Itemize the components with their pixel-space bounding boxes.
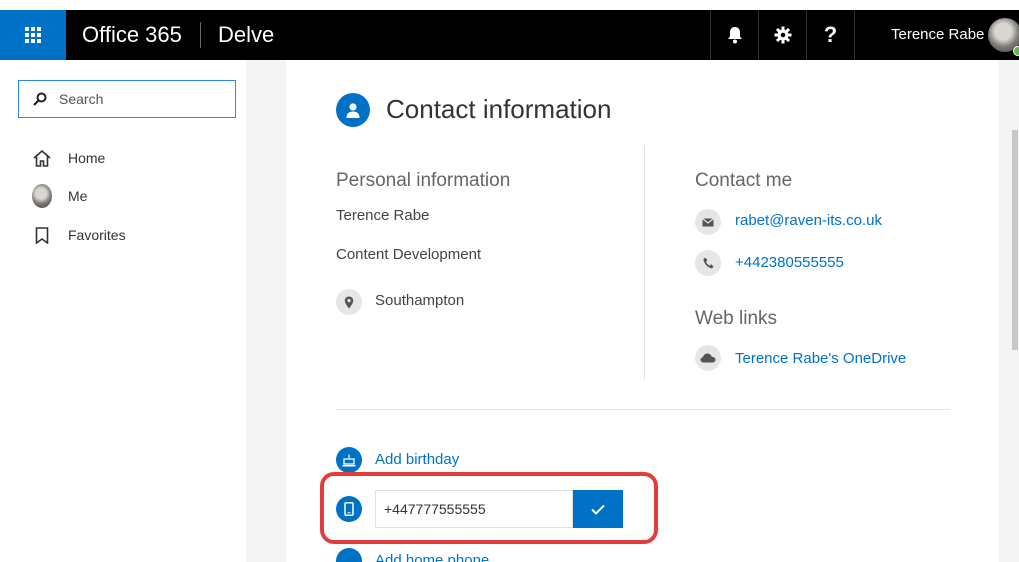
- person-name: Terence Rabe: [336, 207, 430, 224]
- app-name[interactable]: Delve: [218, 10, 274, 60]
- home-phone-icon[interactable]: [336, 548, 362, 562]
- avatar: [32, 184, 52, 208]
- onedrive-link[interactable]: Terence Rabe's OneDrive: [735, 350, 906, 367]
- top-bar: Office 365 Delve ? Terence Rabe: [0, 10, 1019, 60]
- home-icon: [33, 149, 51, 167]
- nav-label-favorites: Favorites: [68, 227, 126, 243]
- brand-title[interactable]: Office 365: [82, 10, 182, 60]
- phone-icon: [695, 250, 721, 276]
- content-gutter-left: [246, 60, 286, 562]
- birthday-cake-icon[interactable]: [336, 447, 362, 473]
- add-birthday-link[interactable]: Add birthday: [375, 451, 459, 468]
- cloud-icon: [695, 345, 721, 371]
- personal-info-heading: Personal information: [336, 170, 511, 191]
- bell-icon: [727, 27, 742, 44]
- settings-button[interactable]: [758, 10, 806, 60]
- location-pin-icon: [336, 289, 362, 315]
- search-box[interactable]: Search: [18, 80, 236, 118]
- contact-person-icon: [336, 93, 370, 127]
- email-link[interactable]: rabet@raven-its.co.uk: [735, 212, 882, 229]
- mail-icon: [695, 209, 721, 235]
- phone-link[interactable]: +442380555555: [735, 254, 844, 271]
- search-icon: [33, 92, 47, 106]
- section-divider: [336, 409, 950, 410]
- user-name: Terence Rabe: [891, 26, 985, 43]
- user-menu[interactable]: Terence Rabe: [854, 10, 1019, 60]
- nav-item-me[interactable]: Me: [32, 183, 87, 209]
- help-button[interactable]: ?: [806, 10, 854, 60]
- column-divider: [644, 146, 645, 380]
- location: Southampton: [375, 292, 465, 309]
- contact-card: Contact information Personal information…: [286, 60, 999, 562]
- department: Content Development: [336, 246, 482, 263]
- app-launcher-button[interactable]: [0, 10, 66, 60]
- web-links-heading: Web links: [695, 308, 778, 329]
- gear-icon: [774, 26, 791, 44]
- bookmark-icon: [35, 226, 49, 244]
- help-icon: ?: [823, 22, 838, 47]
- notifications-button[interactable]: [710, 10, 758, 60]
- search-placeholder: Search: [59, 91, 104, 107]
- highlight-annotation: [320, 472, 658, 544]
- presence-badge: [1013, 46, 1019, 56]
- header-divider: [200, 22, 201, 48]
- left-nav: Search Home Me Favorites: [0, 60, 246, 562]
- nav-item-home[interactable]: Home: [32, 145, 105, 171]
- add-home-phone-link[interactable]: Add home phone: [375, 552, 489, 562]
- scrollbar-thumb[interactable]: [1012, 130, 1018, 350]
- app-launcher-icon: [25, 27, 41, 43]
- contact-me-heading: Contact me: [695, 170, 793, 191]
- nav-label-home: Home: [68, 150, 106, 166]
- card-title: Contact information: [386, 94, 612, 124]
- nav-label-me: Me: [68, 188, 88, 204]
- nav-item-favorites[interactable]: Favorites: [32, 222, 126, 248]
